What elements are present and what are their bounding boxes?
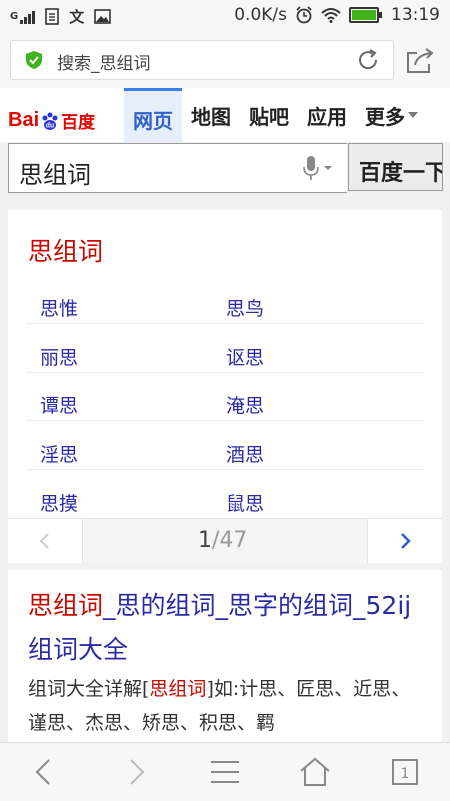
home-icon[interactable] — [295, 757, 335, 787]
card-title[interactable]: 思组词 — [28, 232, 103, 268]
menu-icon[interactable] — [205, 757, 245, 787]
result-card: 思组词_思的组词_思字的组词_52ij组词大全 组词大全详解[思组词]如:计思、… — [8, 570, 442, 750]
page-current: 1 — [198, 528, 212, 553]
signal-icon: G — [10, 10, 36, 24]
tab-tieba[interactable]: 贴吧 — [240, 88, 298, 142]
desc-prefix: 组词大全详解[ — [28, 678, 150, 700]
tab-map[interactable]: 地图 — [182, 88, 240, 142]
alarm-icon — [296, 6, 312, 24]
battery-icon — [349, 7, 382, 23]
baidu-header: Bai du 百度 网页 地图 贴吧 应用 更多 — [0, 88, 450, 142]
tab-more[interactable]: 更多 — [356, 88, 427, 142]
chevron-down-icon — [408, 112, 418, 118]
divider — [26, 323, 424, 324]
baidu-logo[interactable]: Bai du 百度 — [8, 108, 95, 133]
page-indicator: 1/47 — [198, 528, 247, 553]
browser-bottom-bar: 1 — [0, 742, 450, 801]
share-icon[interactable] — [405, 47, 435, 75]
result-description: 组词大全详解[思组词]如:计思、匠思、近思、谨思、杰思、矫思、积思、羁 — [28, 672, 428, 740]
divider — [26, 420, 424, 421]
search-button[interactable]: 百度一下 — [348, 143, 443, 191]
wifi-icon — [321, 8, 341, 23]
status-right: 0.0K/s 13:19 — [234, 5, 440, 25]
logo-text-right: 百度 — [61, 113, 96, 132]
logo-text-left: Bai — [8, 109, 40, 131]
search-tabs: 网页 地图 贴吧 应用 更多 — [124, 88, 427, 142]
pager: 1/47 — [8, 518, 442, 563]
microphone-icon[interactable] — [299, 155, 333, 181]
search-input[interactable]: 思组词 — [8, 143, 347, 193]
page-total: /47 — [212, 528, 248, 553]
clock: 13:19 — [391, 5, 440, 25]
search-row: 思组词 百度一下 — [8, 143, 443, 193]
svg-text:du: du — [46, 122, 55, 129]
forward-icon[interactable] — [115, 757, 155, 787]
tab-label: 更多 — [365, 104, 405, 129]
image-icon — [94, 9, 112, 24]
prev-page-button[interactable] — [8, 519, 83, 563]
chevron-right-icon — [401, 533, 411, 549]
net-speed: 0.0K/s — [234, 5, 287, 25]
svg-text:1: 1 — [401, 766, 410, 782]
next-page-button[interactable] — [367, 519, 442, 563]
word-card: 思组词 思惟 思鸟 丽思 讴思 谭思 淹思 淫思 酒思 思摸 鼠思 1/47 — [8, 210, 442, 563]
status-left: G 文 — [10, 6, 112, 27]
tab-label: 应用 — [307, 104, 347, 129]
tab-label: 网页 — [133, 109, 173, 133]
paw-icon: du — [42, 112, 58, 130]
tab-label: 地图 — [191, 104, 231, 129]
result-title-highlight: 思组词 — [28, 591, 104, 620]
tab-label: 贴吧 — [249, 104, 289, 129]
address-text: 搜索_思组词 — [57, 54, 151, 74]
tab-apps[interactable]: 应用 — [298, 88, 356, 142]
browser-url-bar: 搜索_思组词 — [0, 32, 450, 88]
desc-highlight: 思组词 — [149, 678, 207, 700]
divider — [26, 372, 424, 373]
address-field[interactable]: 搜索_思组词 — [10, 40, 394, 80]
chevron-left-icon — [39, 533, 49, 549]
back-icon[interactable] — [25, 757, 65, 787]
document-icon — [45, 8, 60, 25]
tabs-icon[interactable]: 1 — [385, 757, 425, 787]
search-query: 思组词 — [19, 161, 91, 189]
status-bar: G 文 0.0K/s 13:19 — [0, 0, 450, 32]
wen-icon: 文 — [69, 8, 85, 26]
result-title-link[interactable]: 思组词_思的组词_思字的组词_52ij组词大全 — [28, 584, 428, 672]
tab-web[interactable]: 网页 — [124, 88, 182, 142]
divider — [26, 469, 424, 470]
shield-icon — [26, 51, 42, 69]
search-button-label: 百度一下 — [359, 161, 443, 186]
refresh-icon[interactable] — [355, 47, 381, 73]
